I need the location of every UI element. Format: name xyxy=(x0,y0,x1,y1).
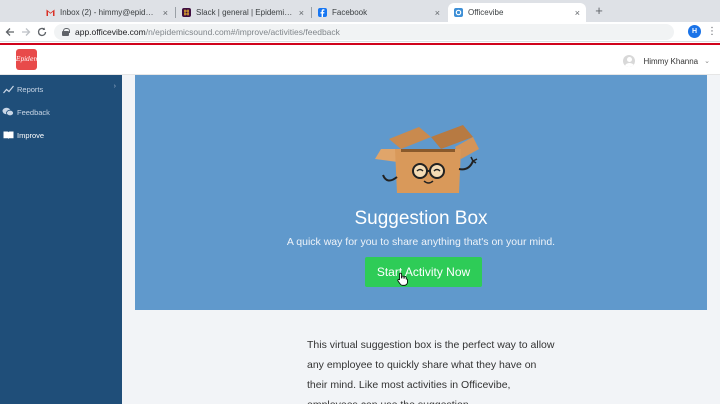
suggestion-box-hero: Suggestion Box A quick way for you to sh… xyxy=(135,75,707,310)
tab-facebook[interactable]: Facebook × xyxy=(312,3,446,22)
slack-icon xyxy=(182,8,191,17)
lock-icon xyxy=(62,28,70,36)
chevron-right-icon: › xyxy=(113,83,116,90)
user-menu[interactable]: Himmy Khanna ⌄ xyxy=(623,51,710,71)
url-host: app.officevibe.com xyxy=(75,27,146,37)
browser-toolbar: app.officevibe.com/n/epidemicsound.com#/… xyxy=(0,22,720,42)
app-header: Epidemic Himmy Khanna ⌄ xyxy=(0,43,720,75)
officevibe-icon xyxy=(454,8,463,17)
activity-description: This virtual suggestion box is the perfe… xyxy=(307,339,555,404)
close-tab-icon[interactable]: × xyxy=(575,8,580,18)
browser-tab-bar: Inbox (2) - himmy@epidemics... × Slack |… xyxy=(0,0,720,22)
sidebar-item-feedback[interactable]: Feedback xyxy=(0,102,122,122)
forward-arrow-icon[interactable] xyxy=(19,25,33,39)
facebook-icon xyxy=(318,8,327,17)
hero-title: Suggestion Box xyxy=(354,208,488,229)
smiling-box-illustration xyxy=(375,125,479,193)
close-tab-icon[interactable]: × xyxy=(435,8,440,18)
tab-title: Officevibe xyxy=(468,8,504,17)
user-name: Himmy Khanna xyxy=(643,56,699,66)
hero-subtitle: A quick way for you to share anything th… xyxy=(286,236,556,248)
reload-icon[interactable] xyxy=(35,25,49,39)
address-bar[interactable]: app.officevibe.com/n/epidemicsound.com#/… xyxy=(54,24,674,40)
tab-slack[interactable]: Slack | general | Epidemic Sou... × xyxy=(176,3,310,22)
gmail-icon xyxy=(46,8,55,17)
chevron-down-icon: ⌄ xyxy=(704,58,710,65)
browser-profile-avatar[interactable]: H xyxy=(688,25,701,38)
user-avatar-icon xyxy=(623,55,636,67)
reports-chart-icon xyxy=(2,83,14,95)
url-path: /n/epidemicsound.com#/improve/activities… xyxy=(145,27,340,37)
tab-officevibe[interactable]: Officevibe × xyxy=(448,3,586,22)
feedback-bubble-icon xyxy=(2,106,14,118)
sidebar: Reports › Feedback Improve xyxy=(0,75,122,404)
epidemic-logo[interactable]: Epidemic xyxy=(16,49,45,70)
start-activity-button[interactable]: Start Activity Now xyxy=(365,257,482,287)
improve-book-icon xyxy=(2,129,14,141)
tab-gmail[interactable]: Inbox (2) - himmy@epidemics... × xyxy=(40,3,174,22)
close-tab-icon[interactable]: × xyxy=(163,8,168,18)
browser-menu-icon[interactable]: ⋮ xyxy=(707,25,717,39)
back-arrow-icon[interactable] xyxy=(3,25,17,39)
hand-pointer-cursor-icon xyxy=(397,272,408,286)
sidebar-item-label: Feedback xyxy=(17,107,50,117)
new-tab-button[interactable]: + xyxy=(592,3,606,19)
tab-title: Facebook xyxy=(332,8,368,17)
sidebar-item-improve[interactable]: Improve xyxy=(0,125,122,145)
close-tab-icon[interactable]: × xyxy=(299,8,304,18)
sidebar-item-reports[interactable]: Reports › xyxy=(0,79,122,99)
sidebar-item-label: Improve xyxy=(17,130,45,140)
main-content: Suggestion Box A quick way for you to sh… xyxy=(122,75,720,404)
sidebar-item-label: Reports xyxy=(17,84,44,94)
tab-title: Inbox (2) - himmy@epidemics... xyxy=(60,8,157,17)
tab-title: Slack | general | Epidemic Sou... xyxy=(196,8,293,17)
